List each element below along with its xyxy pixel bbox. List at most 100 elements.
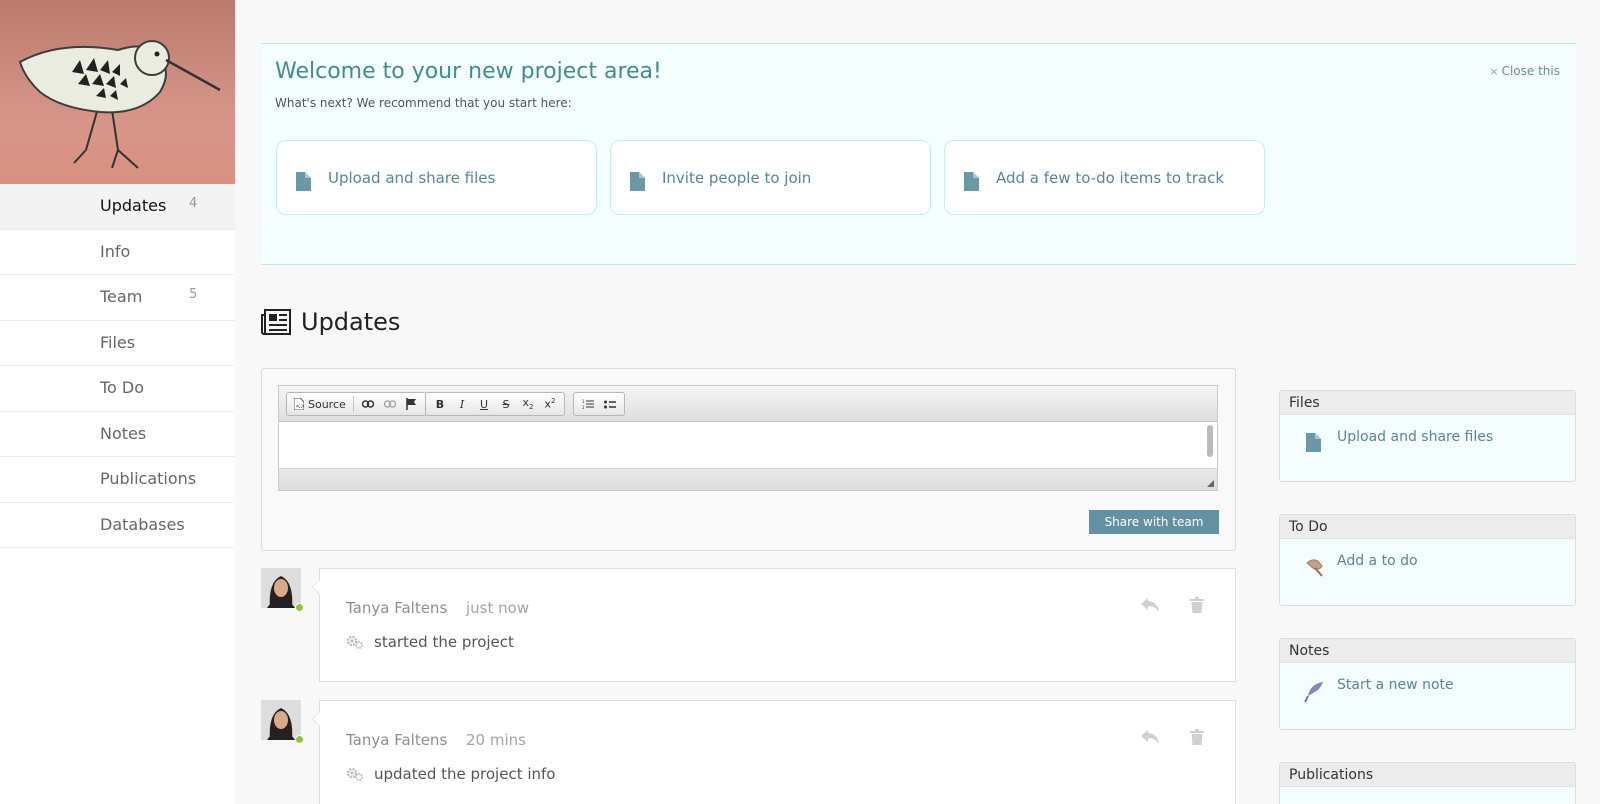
sandpiper-illustration [18,40,221,169]
bulleted-list-icon [604,400,616,408]
trash-icon[interactable] [1190,729,1204,745]
toolbar-group-format: B I U S x2 x2 [425,392,565,416]
editor-scrollbar[interactable] [1207,425,1213,457]
sidebar-item-label: To Do [100,378,145,397]
widget-action-label: Upload and share files [1337,429,1494,445]
bulleted-list-button[interactable] [599,394,621,414]
numbered-list-icon: 12 [582,399,594,410]
source-button[interactable]: <> Source [290,394,350,414]
editor-footer [279,468,1217,490]
document-icon [296,172,311,191]
resize-handle[interactable] [1207,480,1214,487]
card-label: Upload and share files [328,169,496,187]
superscript-button[interactable]: x2 [539,394,561,414]
unlink-button[interactable] [379,394,401,414]
feed-card: Tanya Faltens just now started the proje… [312,568,1236,682]
feed-action: updated the project info [346,765,556,783]
toolbar-separator [352,396,354,412]
gears-icon [346,635,363,649]
toolbar-group-lists: 12 [573,392,625,416]
feed-action: started the project [346,633,514,651]
trash-icon[interactable] [1190,597,1204,613]
widget-title: To Do [1280,515,1575,539]
feed-action-text: updated the project info [374,765,556,783]
source-icon: <> [294,398,304,410]
update-composer: <> Source B I U S x2 x2 1 2 Share with t… [261,368,1236,551]
numbered-list-button[interactable]: 12 [577,394,599,414]
widget-title: Publications [1280,763,1575,787]
sidebar-item-label: Files [100,332,136,352]
user-photo [261,700,301,740]
subscript-button[interactable]: x2 [517,394,539,414]
underline-button[interactable]: U [473,394,495,414]
editor-text-area[interactable] [279,422,1217,468]
new-note-link[interactable]: Start a new note [1280,663,1575,727]
updates-heading: Updates [261,308,400,336]
newspaper-icon [261,309,291,335]
document-icon [964,172,979,191]
avatar[interactable] [261,568,301,608]
add-todo-card[interactable]: Add a few to-do items to track [944,140,1265,215]
widget-action-label: Start a new note [1337,677,1454,693]
sidebar-item-publications[interactable]: Publications [0,457,235,503]
bold-icon: B [435,397,445,411]
reply-icon[interactable] [1140,597,1160,613]
welcome-subtitle: What's next? We recommend that you start… [275,96,572,110]
close-welcome-link[interactable]: × Close this [1489,64,1560,78]
reply-icon[interactable] [1140,729,1160,745]
document-icon [1306,433,1321,452]
svg-text:<>: <> [296,403,305,410]
sidebar-item-updates[interactable]: Updates 4 [0,184,235,230]
sidebar-item-info[interactable]: Info [0,230,235,275]
online-status-indicator [295,735,304,744]
strike-button[interactable]: S [495,394,517,414]
sidebar-item-todo[interactable]: To Do [0,366,235,412]
sidebar-item-team[interactable]: Team 5 [0,275,235,321]
sidebar-item-count: 5 [189,287,198,302]
upload-files-card[interactable]: Upload and share files [276,140,597,215]
sidebar-item-label: Notes [100,423,147,443]
sidebar-item-files[interactable]: Files [0,321,235,366]
link-icon [361,400,374,408]
bold-button[interactable]: B [429,394,451,414]
publications-widget: Publications [1279,762,1576,804]
source-label: Source [308,397,346,411]
rich-text-editor: <> Source B I U S x2 x2 1 2 [278,385,1218,491]
updates-title: Updates [301,308,401,336]
feed-timestamp: just now [466,599,530,617]
sidebar-item-label: Publications [100,469,197,488]
widget-title: Notes [1280,639,1575,663]
files-widget: Files Upload and share files [1279,390,1576,482]
link-button[interactable] [357,394,379,414]
invite-people-card[interactable]: Invite people to join [610,140,931,215]
welcome-title: Welcome to your new project area! [275,59,662,84]
feed-card: Tanya Faltens 20 mins updated the projec… [312,700,1236,804]
card-label: Add a few to-do items to track [996,169,1225,187]
sidebar-item-databases[interactable]: Databases [0,503,235,548]
sidebar-item-label: Updates [100,196,167,215]
notes-widget: Notes Start a new note [1279,638,1576,730]
document-icon [630,172,645,191]
sidebar-item-label: Databases [100,514,185,534]
unlink-icon [383,400,396,408]
project-image [0,0,235,184]
superscript-icon: x2 [544,397,556,411]
subscript-icon: x2 [522,396,534,412]
sidebar-item-notes[interactable]: Notes [0,412,235,457]
anchor-button[interactable] [401,394,423,414]
avatar[interactable] [261,700,301,740]
quill-icon [1304,682,1323,703]
pushpin-icon [1306,559,1323,577]
sidebar-item-label: Info [100,241,131,261]
italic-icon: I [459,397,465,411]
widget-title: Files [1280,391,1575,415]
feed-timestamp: 20 mins [466,731,526,749]
upload-files-link[interactable]: Upload and share files [1280,415,1575,479]
feed-action-text: started the project [374,633,514,651]
italic-button[interactable]: I [451,394,473,414]
feed-user-name[interactable]: Tanya Faltens [346,599,447,617]
share-with-team-button[interactable]: Share with team [1089,510,1219,534]
add-todo-link[interactable]: Add a to do [1280,539,1575,603]
feed-user-name[interactable]: Tanya Faltens [346,731,447,749]
sidebar-item-count: 4 [189,196,198,211]
